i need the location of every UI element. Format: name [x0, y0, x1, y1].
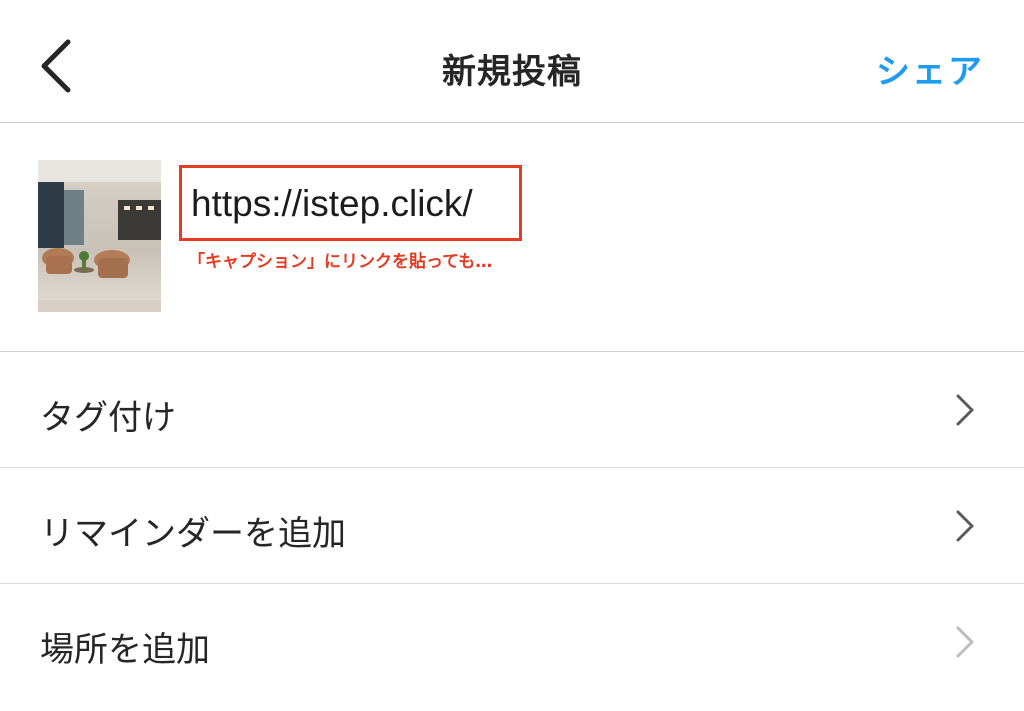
add-location-label: 場所を追加: [40, 630, 210, 670]
add-location-row[interactable]: 場所を追加: [0, 584, 1024, 700]
caption-annotation: 「キャプション」にリンクを貼っても…: [188, 252, 493, 272]
header-bar: 新規投稿 シェア: [0, 0, 1024, 123]
add-reminder-label: リマインダーを追加: [40, 514, 346, 554]
tag-people-row[interactable]: タグ付け: [0, 352, 1024, 468]
share-button[interactable]: シェア: [876, 44, 984, 93]
chevron-right-icon: [954, 392, 976, 428]
lounge-photo: [38, 160, 161, 312]
post-thumbnail[interactable]: [38, 160, 161, 312]
caption-value: https://istep.click/: [191, 183, 473, 224]
new-post-screen: 新規投稿 シェア https://istep.click/ 「キャプション」にリ…: [0, 0, 1024, 711]
chevron-right-icon: [954, 508, 976, 544]
chevron-right-icon: [954, 624, 976, 660]
compose-section: https://istep.click/ 「キャプション」にリンクを貼っても…: [0, 123, 1024, 352]
tag-people-label: タグ付け: [40, 398, 176, 438]
caption-input[interactable]: https://istep.click/: [179, 165, 522, 241]
add-reminder-row[interactable]: リマインダーを追加: [0, 468, 1024, 584]
page-title: 新規投稿: [442, 52, 582, 92]
